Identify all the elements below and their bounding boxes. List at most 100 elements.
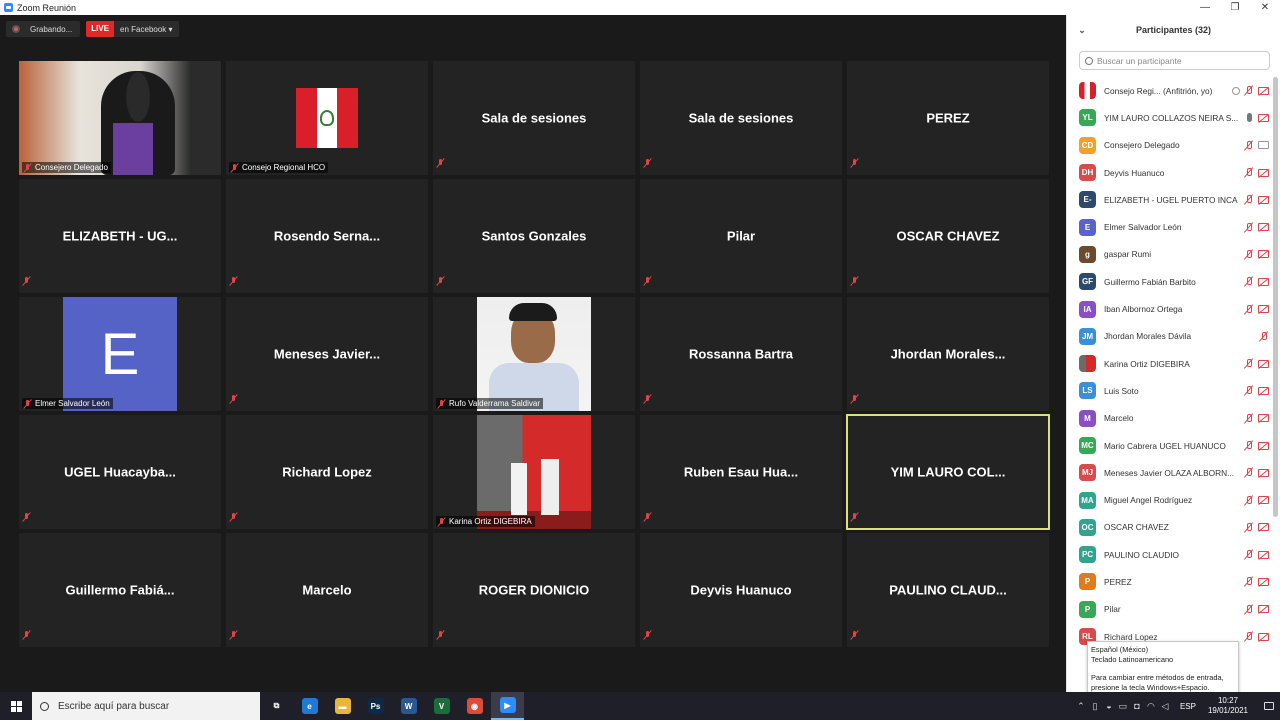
muted-mic-icon: [230, 163, 239, 173]
video-off-icon: [1258, 168, 1269, 177]
wifi-icon[interactable]: ◠: [1144, 701, 1158, 712]
video-tile[interactable]: ELIZABETH - UG...: [19, 179, 221, 293]
participant-row[interactable]: CD Consejero Delegado: [1067, 132, 1273, 159]
ime-keyboard: Teclado Latinoamericano: [1091, 654, 1174, 664]
participant-status-icons: [1259, 331, 1269, 342]
participant-row[interactable]: P Pilar: [1067, 596, 1273, 623]
volume-icon[interactable]: ◁: [1158, 701, 1172, 712]
tile-participant-name: PAULINO CLAUD...: [889, 582, 1007, 598]
participant-row[interactable]: IA Iban Albornoz Ortega: [1067, 295, 1273, 322]
meeting-gallery-area: Grabando... LIVE en Facebook ▾ Consejero…: [0, 15, 1066, 692]
start-button[interactable]: [0, 692, 32, 720]
video-tile[interactable]: Ruben Esau Hua...: [640, 415, 842, 529]
video-tile[interactable]: PEREZ: [847, 61, 1049, 175]
video-tile[interactable]: Rufo Valderrama Saldivar: [433, 297, 635, 411]
taskbar-app-chrome[interactable]: ◉: [458, 692, 491, 720]
camera-icon[interactable]: ◘: [1130, 701, 1144, 711]
participant-row[interactable]: MA Miguel Angel Rodríguez: [1067, 486, 1273, 513]
participant-row[interactable]: MC Mario Cabrera UGEL HUANUCO: [1067, 432, 1273, 459]
participant-row[interactable]: Karina Ortiz DIGEBIRA: [1067, 350, 1273, 377]
participant-row[interactable]: JM Jhordan Morales Dávila: [1067, 323, 1273, 350]
muted-mic-icon: [437, 517, 446, 527]
video-tile[interactable]: Marcelo: [226, 533, 428, 647]
participant-row[interactable]: E Elmer Salvador León: [1067, 213, 1273, 240]
video-tile[interactable]: Karina Ortiz DIGEBIRA: [433, 415, 635, 529]
display-icon[interactable]: ▭: [1116, 701, 1130, 712]
participant-row[interactable]: E- ELIZABETH - UGEL PUERTO INCA: [1067, 186, 1273, 213]
participant-avatar: JM: [1079, 327, 1096, 345]
video-tile[interactable]: Santos Gonzales: [433, 179, 635, 293]
video-tile[interactable]: Rossanna Bartra: [640, 297, 842, 411]
taskbar-app-task-view[interactable]: ⧉: [260, 692, 293, 720]
taskbar-app-vim[interactable]: V: [425, 692, 458, 720]
participant-row[interactable]: LS Luis Soto: [1067, 377, 1273, 404]
muted-mic-icon: [1244, 304, 1254, 315]
video-off-icon: [1258, 86, 1269, 95]
restore-button[interactable]: ❐: [1220, 2, 1250, 13]
participant-row[interactable]: g gaspar Rumi: [1067, 241, 1273, 268]
chevron-up-icon[interactable]: ⌃: [1074, 701, 1088, 712]
tile-mic-status: [229, 273, 241, 291]
taskbar-app-file-explorer[interactable]: ▬: [326, 692, 359, 720]
ime-language: Español (México): [1091, 645, 1149, 654]
collapse-panel-icon[interactable]: ⌄: [1067, 25, 1097, 36]
video-tile[interactable]: Jhordan Morales...: [847, 297, 1049, 411]
taskbar-app-edge[interactable]: e: [293, 692, 326, 720]
video-tile[interactable]: YIM LAURO COL...: [846, 414, 1050, 530]
muted-mic-icon: [643, 276, 652, 286]
participant-row[interactable]: M Marcelo: [1067, 405, 1273, 432]
tile-participant-name: Ruben Esau Hua...: [683, 464, 799, 480]
participant-row[interactable]: DH Deyvis Huanuco: [1067, 159, 1273, 186]
video-tile[interactable]: Sala de sesiones: [433, 61, 635, 175]
input-method-tooltip: Español (México) Teclado Latinoamericano…: [1087, 641, 1239, 694]
language-indicator[interactable]: ESP: [1180, 702, 1196, 711]
clock[interactable]: 10:27 19/01/2021: [1208, 696, 1248, 716]
participant-status-icons: [1244, 413, 1269, 424]
taskbar-app-word[interactable]: W: [392, 692, 425, 720]
video-tile[interactable]: OSCAR CHAVEZ: [847, 179, 1049, 293]
notification-center-button[interactable]: [1258, 692, 1280, 720]
participant-list-scrollbar[interactable]: [1273, 77, 1278, 517]
video-tile[interactable]: E Elmer Salvador León: [19, 297, 221, 411]
tile-participant-name: Rosendo Serna...: [273, 228, 381, 244]
participant-row[interactable]: YL YIM LAURO COLLAZOS NEIRA S...: [1067, 104, 1273, 131]
participant-row[interactable]: Consejo Regi... (Anfitrión, yo): [1067, 77, 1273, 104]
network-icon[interactable]: ◒: [1102, 701, 1116, 711]
video-tile[interactable]: Sala de sesiones: [640, 61, 842, 175]
participant-row[interactable]: GF Guillermo Fabián Barbito: [1067, 268, 1273, 295]
video-tile[interactable]: UGEL Huacayba...: [19, 415, 221, 529]
participant-row[interactable]: PC PAULINO CLAUDIO: [1067, 541, 1273, 568]
participant-status-icons: [1244, 222, 1269, 233]
participant-name: PAULINO CLAUDIO: [1104, 549, 1179, 560]
video-tile[interactable]: Deyvis Huanuco: [640, 533, 842, 647]
muted-mic-icon: [643, 394, 652, 404]
video-tile[interactable]: Pilar: [640, 179, 842, 293]
battery-icon[interactable]: ▯: [1088, 701, 1102, 712]
video-tile[interactable]: Consejero Delegado: [19, 61, 221, 175]
taskbar-app-photoshop[interactable]: Ps: [359, 692, 392, 720]
video-tile[interactable]: PAULINO CLAUD...: [847, 533, 1049, 647]
video-tile[interactable]: Meneses Javier...: [226, 297, 428, 411]
muted-mic-icon: [850, 158, 859, 168]
taskbar-search-box[interactable]: Escribe aquí para buscar: [32, 692, 260, 720]
video-tile[interactable]: ROGER DIONICIO: [433, 533, 635, 647]
minimize-button[interactable]: —: [1190, 2, 1220, 13]
participant-row[interactable]: MJ Meneses Javier OLAZA ALBORN...: [1067, 459, 1273, 486]
tile-participant-name: Sala de sesiones: [688, 110, 794, 126]
recording-indicator[interactable]: Grabando...: [6, 21, 81, 37]
muted-mic-icon: [1244, 140, 1254, 151]
taskbar-app-zoom[interactable]: ▶: [491, 692, 524, 720]
video-tile[interactable]: Consejo Regional HCO: [226, 61, 428, 175]
live-stream-indicator[interactable]: LIVE en Facebook ▾: [86, 21, 179, 37]
tile-participant-name: Guillermo Fabiá...: [65, 582, 175, 598]
participant-row[interactable]: P PEREZ: [1067, 568, 1273, 595]
video-tile[interactable]: Guillermo Fabiá...: [19, 533, 221, 647]
chrome-icon: ◉: [466, 698, 483, 714]
video-tile[interactable]: Richard Lopez: [226, 415, 428, 529]
close-button[interactable]: ✕: [1250, 2, 1280, 13]
participant-name: PEREZ: [1104, 576, 1132, 587]
participant-status-icons: [1244, 495, 1269, 506]
participant-search-input[interactable]: Buscar un participante: [1079, 51, 1270, 70]
participant-row[interactable]: OC OSCAR CHAVEZ: [1067, 514, 1273, 541]
video-tile[interactable]: Rosendo Serna...: [226, 179, 428, 293]
